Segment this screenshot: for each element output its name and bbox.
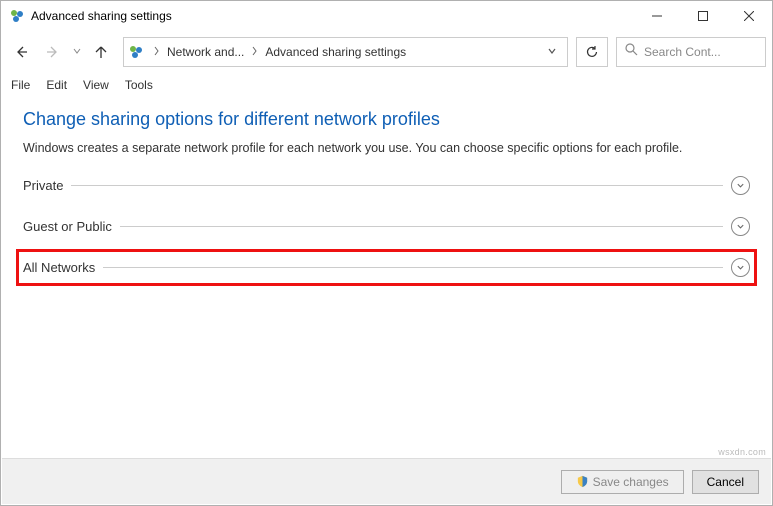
chevron-down-icon[interactable] — [731, 217, 750, 236]
save-changes-button[interactable]: Save changes — [561, 470, 684, 494]
button-label: Cancel — [707, 475, 744, 489]
maximize-button[interactable] — [680, 1, 726, 31]
section-label: Guest or Public — [23, 219, 120, 234]
breadcrumb-item[interactable]: Network and... — [163, 45, 248, 59]
page-heading: Change sharing options for different net… — [23, 109, 750, 130]
divider — [71, 185, 723, 186]
chevron-down-icon[interactable] — [731, 258, 750, 277]
footer: Save changes Cancel — [2, 458, 771, 504]
menu-file[interactable]: File — [11, 78, 30, 92]
menu-tools[interactable]: Tools — [125, 78, 153, 92]
section-label: All Networks — [23, 260, 103, 275]
menu-view[interactable]: View — [83, 78, 109, 92]
navbar: Network and... Advanced sharing settings… — [1, 31, 772, 73]
search-icon — [625, 43, 638, 61]
content-area: Change sharing options for different net… — [1, 97, 772, 311]
button-label: Save changes — [593, 475, 669, 489]
history-dropdown[interactable] — [73, 46, 81, 58]
menu-edit[interactable]: Edit — [46, 78, 67, 92]
window-controls — [634, 1, 772, 31]
highlight-box: All Networks — [16, 249, 757, 286]
back-button[interactable] — [7, 38, 35, 66]
section-private[interactable]: Private — [23, 176, 750, 195]
chevron-right-icon[interactable] — [248, 46, 261, 59]
up-button[interactable] — [87, 38, 115, 66]
watermark: wsxdn.com — [718, 447, 766, 457]
breadcrumb-item[interactable]: Advanced sharing settings — [261, 45, 410, 59]
forward-button[interactable] — [39, 38, 67, 66]
close-button[interactable] — [726, 1, 772, 31]
shield-icon — [576, 475, 589, 491]
chevron-right-icon[interactable] — [150, 46, 163, 59]
section-all-networks[interactable]: All Networks — [19, 258, 750, 277]
page-description: Windows creates a separate network profi… — [23, 140, 750, 158]
control-panel-icon — [9, 8, 25, 24]
window-title: Advanced sharing settings — [31, 9, 634, 23]
cancel-button[interactable]: Cancel — [692, 470, 759, 494]
address-bar[interactable]: Network and... Advanced sharing settings — [123, 37, 568, 67]
titlebar: Advanced sharing settings — [1, 1, 772, 31]
control-panel-icon — [128, 44, 144, 60]
section-guest-public[interactable]: Guest or Public — [23, 217, 750, 236]
refresh-button[interactable] — [576, 37, 608, 67]
divider — [103, 267, 723, 268]
address-dropdown[interactable] — [541, 43, 563, 61]
search-placeholder: Search Cont... — [644, 45, 721, 59]
divider — [120, 226, 723, 227]
search-input[interactable]: Search Cont... — [616, 37, 766, 67]
section-label: Private — [23, 178, 71, 193]
chevron-down-icon[interactable] — [731, 176, 750, 195]
menubar: File Edit View Tools — [1, 73, 772, 97]
minimize-button[interactable] — [634, 1, 680, 31]
